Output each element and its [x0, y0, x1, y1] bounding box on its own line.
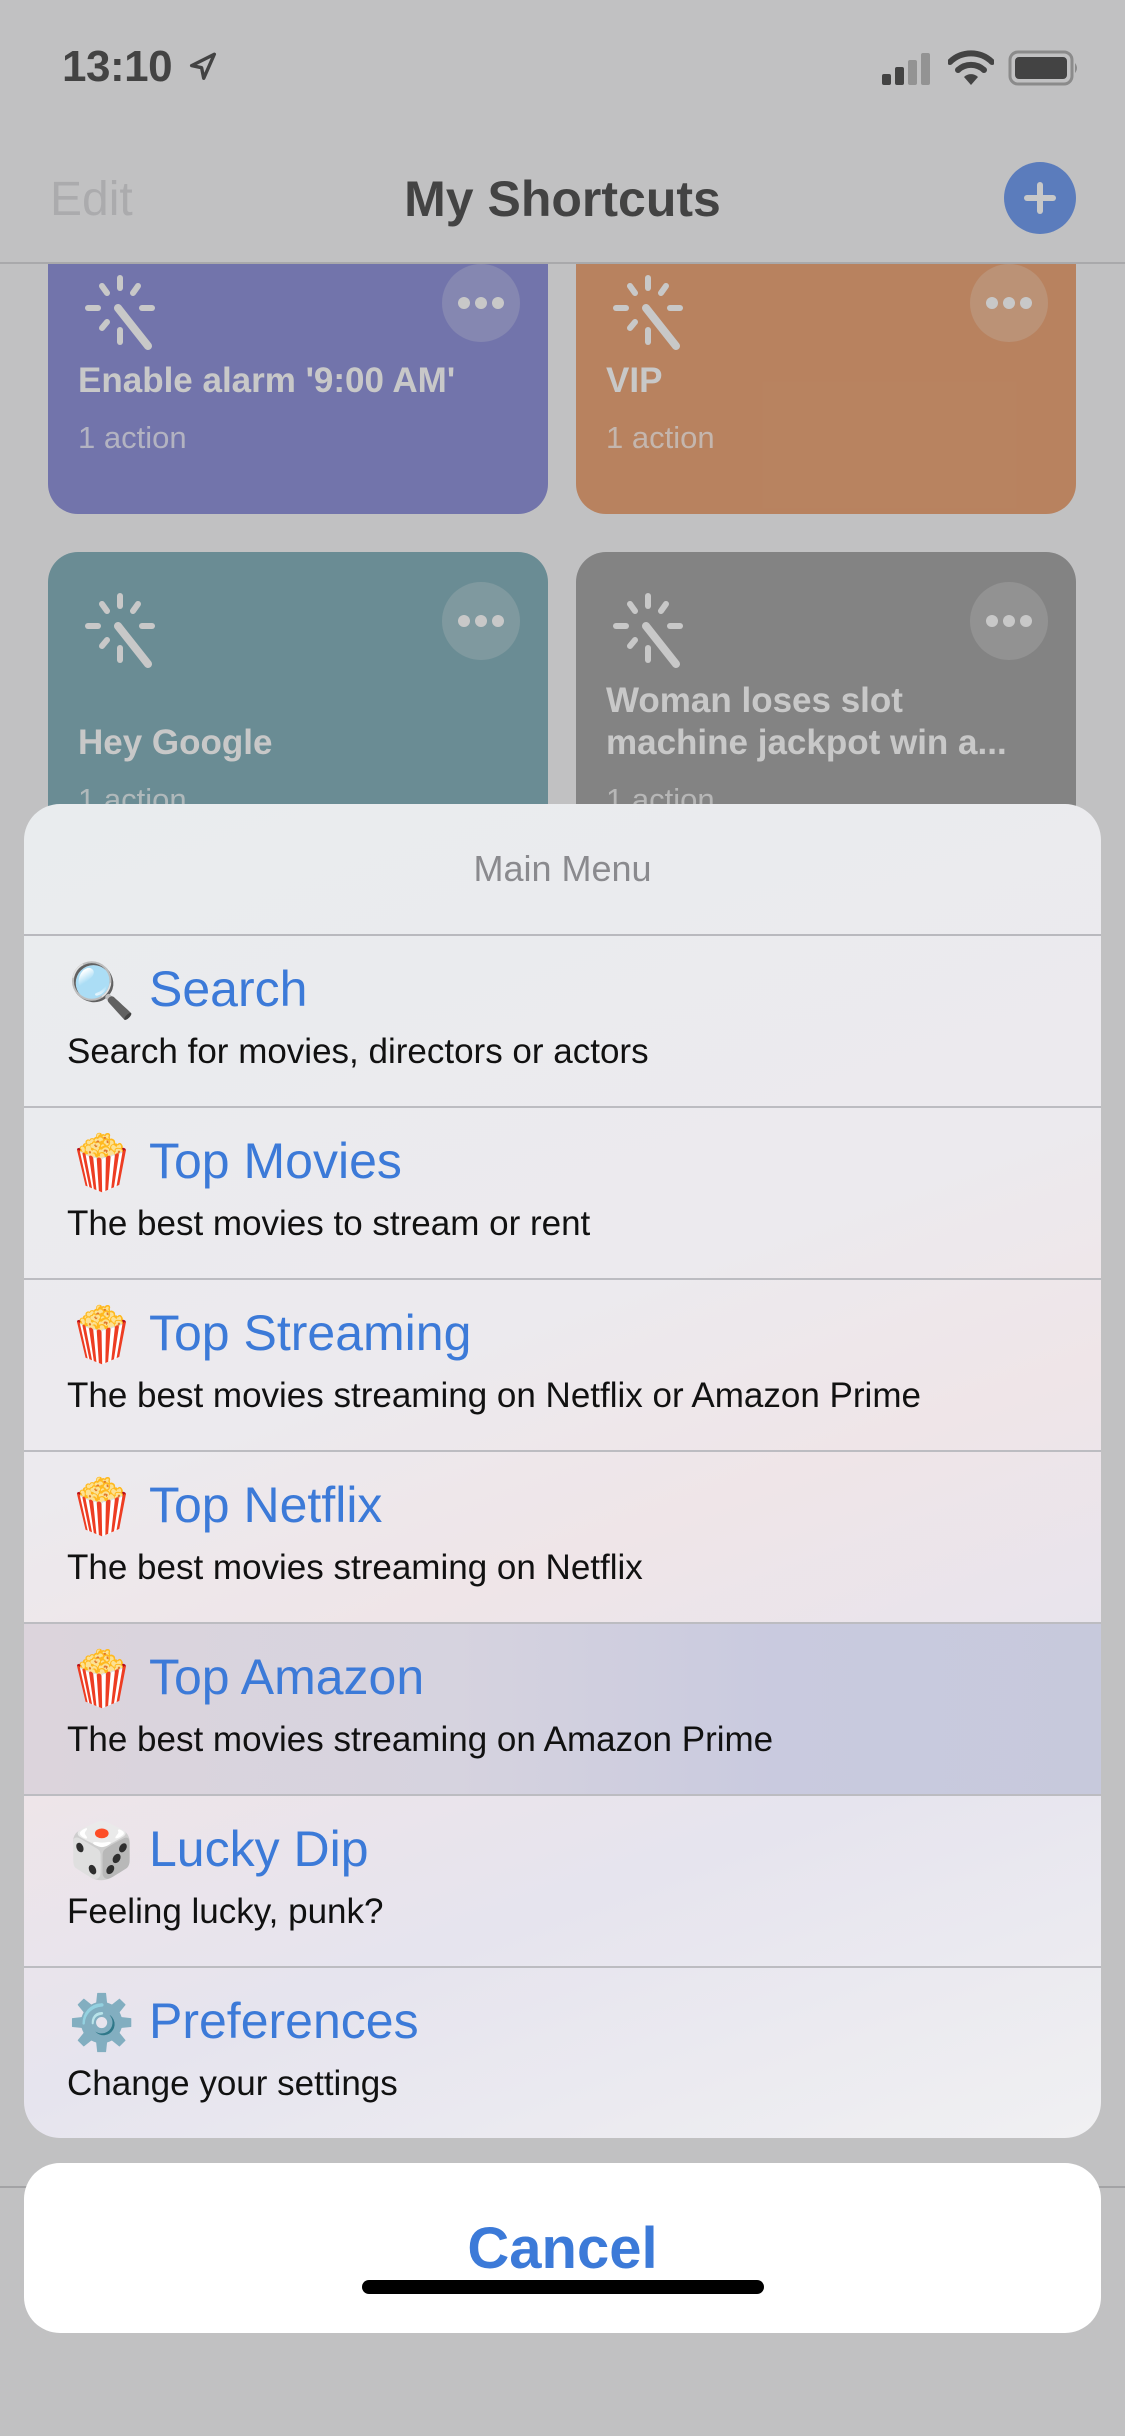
- menu-item-label: Top Amazon: [149, 1649, 425, 1705]
- menu-item-description: The best movies streaming on Amazon Prim…: [67, 1720, 774, 1759]
- menu-item-lucky-dip[interactable]: 🎲 Lucky Dip Feeling lucky, punk?: [24, 1796, 1101, 1968]
- menu-item-top-netflix[interactable]: 🍿 Top Netflix The best movies streaming …: [24, 1452, 1101, 1624]
- menu-item-description: Change your settings: [67, 2064, 398, 2103]
- popcorn-icon: 🍿: [68, 1133, 136, 1193]
- menu-item-label: Top Movies: [149, 1133, 402, 1189]
- menu-item-preferences[interactable]: ⚙️ Preferences Change your settings: [24, 1968, 1101, 2138]
- menu-item-search[interactable]: 🔍 Search Search for movies, directors or…: [24, 936, 1101, 1108]
- menu-item-label: Lucky Dip: [149, 1821, 369, 1877]
- menu-item-label: Search: [149, 961, 308, 1017]
- menu-item-top-movies[interactable]: 🍿 Top Movies The best movies to stream o…: [24, 1108, 1101, 1280]
- menu-item-description: Search for movies, directors or actors: [67, 1032, 649, 1071]
- menu-item-description: The best movies streaming on Netflix or …: [67, 1376, 921, 1415]
- gear-icon: ⚙️: [68, 1993, 136, 2053]
- action-sheet-title: Main Menu: [24, 804, 1101, 936]
- popcorn-icon: 🍿: [68, 1649, 136, 1709]
- menu-item-description: The best movies streaming on Netflix: [67, 1548, 643, 1587]
- popcorn-icon: 🍿: [68, 1477, 136, 1537]
- dice-icon: 🎲: [68, 1821, 136, 1881]
- popcorn-icon: 🍿: [68, 1305, 136, 1365]
- action-sheet: Main Menu 🔍 Search Search for movies, di…: [24, 804, 1101, 2138]
- menu-item-label: Top Netflix: [149, 1477, 383, 1533]
- menu-item-top-streaming[interactable]: 🍿 Top Streaming The best movies streamin…: [24, 1280, 1101, 1452]
- home-indicator[interactable]: [362, 2280, 764, 2294]
- menu-item-label: Preferences: [149, 1993, 419, 2049]
- magnifying-glass-icon: 🔍: [68, 961, 136, 1021]
- menu-item-description: Feeling lucky, punk?: [67, 1892, 384, 1931]
- menu-item-description: The best movies to stream or rent: [67, 1204, 591, 1243]
- cancel-button[interactable]: Cancel: [24, 2163, 1101, 2333]
- menu-item-top-amazon[interactable]: 🍿 Top Amazon The best movies streaming o…: [24, 1624, 1101, 1796]
- menu-item-label: Top Streaming: [149, 1305, 472, 1361]
